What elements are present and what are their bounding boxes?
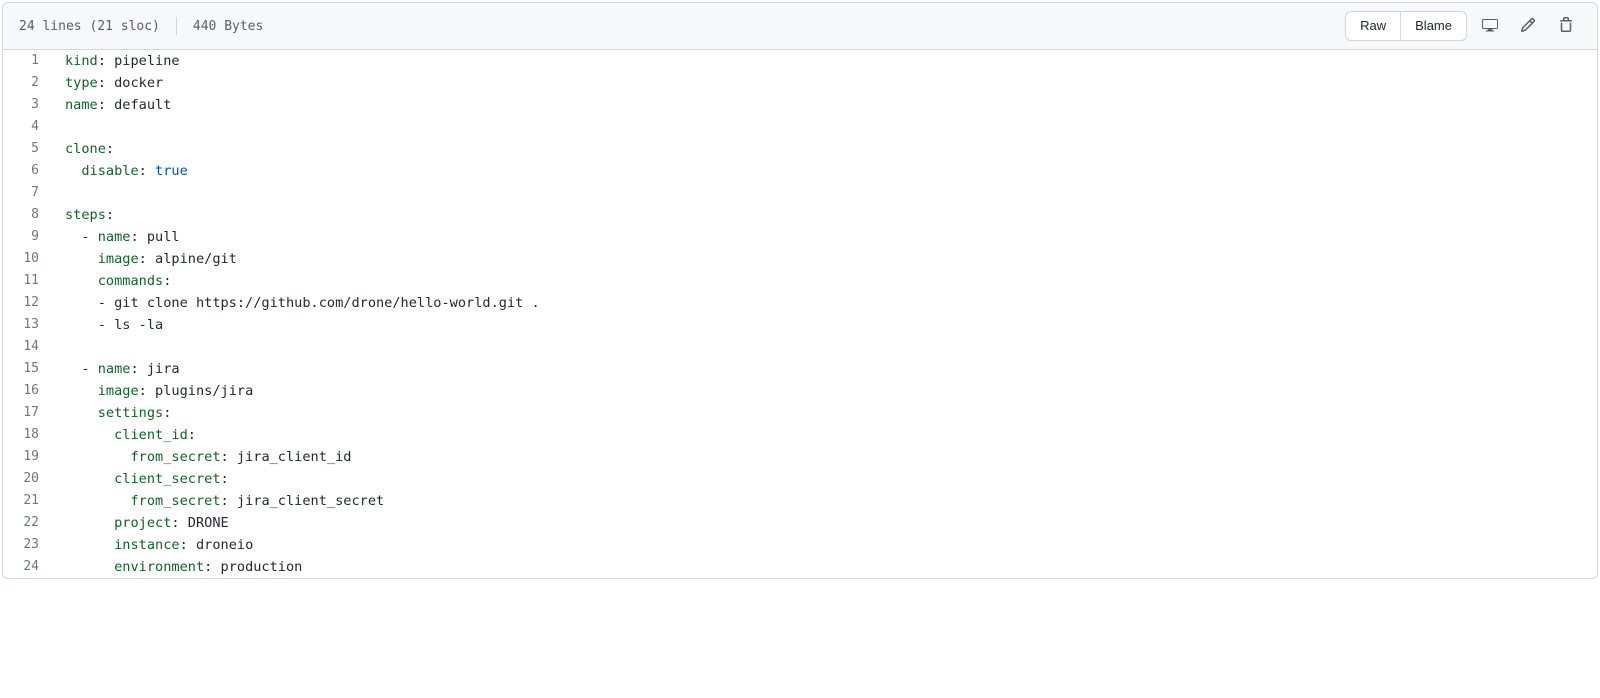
line-number[interactable]: 14 [3, 336, 53, 358]
code-line: 10 image: alpine/git [3, 248, 1597, 270]
code-line: 7 [3, 182, 1597, 204]
code-line: 15 - name: jira [3, 358, 1597, 380]
line-content[interactable]: disable: true [53, 160, 1597, 182]
line-number[interactable]: 10 [3, 248, 53, 270]
line-content[interactable]: from_secret: jira_client_secret [53, 490, 1597, 512]
line-number[interactable]: 9 [3, 226, 53, 248]
line-content[interactable]: instance: droneio [53, 534, 1597, 556]
code-line: 16 image: plugins/jira [3, 380, 1597, 402]
line-number[interactable]: 11 [3, 270, 53, 292]
line-content[interactable]: - name: jira [53, 358, 1597, 380]
line-number[interactable]: 6 [3, 160, 53, 182]
blame-button[interactable]: Blame [1401, 11, 1467, 41]
line-content[interactable]: image: alpine/git [53, 248, 1597, 270]
code-line: 9 - name: pull [3, 226, 1597, 248]
line-number[interactable]: 23 [3, 534, 53, 556]
line-content[interactable]: client_id: [53, 424, 1597, 446]
code-line: 24 environment: production [3, 556, 1597, 578]
line-number[interactable]: 4 [3, 116, 53, 138]
pencil-icon [1520, 17, 1536, 36]
line-content[interactable]: client_secret: [53, 468, 1597, 490]
line-content[interactable]: steps: [53, 204, 1597, 226]
file-lines-info: 24 lines (21 sloc) [19, 19, 160, 34]
code-line: 1kind: pipeline [3, 50, 1597, 72]
line-number[interactable]: 12 [3, 292, 53, 314]
code-line: 21 from_secret: jira_client_secret [3, 490, 1597, 512]
line-number[interactable]: 7 [3, 182, 53, 204]
code-line: 20 client_secret: [3, 468, 1597, 490]
device-desktop-icon [1482, 17, 1498, 36]
code-line: 17 settings: [3, 402, 1597, 424]
line-content[interactable]: - git clone https://github.com/drone/hel… [53, 292, 1597, 314]
file-box: 24 lines (21 sloc) 440 Bytes Raw Blame [2, 2, 1598, 579]
line-content[interactable] [53, 336, 1597, 358]
code-line: 8steps: [3, 204, 1597, 226]
code-line: 13 - ls -la [3, 314, 1597, 336]
line-content[interactable]: - ls -la [53, 314, 1597, 336]
code-line: 22 project: DRONE [3, 512, 1597, 534]
line-number[interactable]: 8 [3, 204, 53, 226]
line-content[interactable]: image: plugins/jira [53, 380, 1597, 402]
line-content[interactable]: - name: pull [53, 226, 1597, 248]
line-content[interactable]: commands: [53, 270, 1597, 292]
line-number[interactable]: 17 [3, 402, 53, 424]
code-line: 2type: docker [3, 72, 1597, 94]
line-content[interactable]: from_secret: jira_client_id [53, 446, 1597, 468]
code-area[interactable]: 1kind: pipeline2type: docker3name: defau… [3, 50, 1597, 578]
code-line: 18 client_id: [3, 424, 1597, 446]
code-line: 23 instance: droneio [3, 534, 1597, 556]
line-number[interactable]: 22 [3, 512, 53, 534]
code-line: 14 [3, 336, 1597, 358]
line-content[interactable] [53, 182, 1597, 204]
line-number[interactable]: 1 [3, 50, 53, 72]
file-info: 24 lines (21 sloc) 440 Bytes [19, 17, 263, 35]
code-line: 12 - git clone https://github.com/drone/… [3, 292, 1597, 314]
file-size-info: 440 Bytes [193, 19, 263, 34]
line-number[interactable]: 20 [3, 468, 53, 490]
code-line: 19 from_secret: jira_client_id [3, 446, 1597, 468]
raw-button[interactable]: Raw [1345, 11, 1401, 41]
info-divider [176, 17, 177, 35]
code-line: 11 commands: [3, 270, 1597, 292]
line-number[interactable]: 2 [3, 72, 53, 94]
line-number[interactable]: 24 [3, 556, 53, 578]
line-number[interactable]: 21 [3, 490, 53, 512]
line-content[interactable]: kind: pipeline [53, 50, 1597, 72]
delete-file-button[interactable] [1551, 11, 1581, 41]
line-number[interactable]: 3 [3, 94, 53, 116]
line-content[interactable]: project: DRONE [53, 512, 1597, 534]
raw-blame-group: Raw Blame [1345, 11, 1467, 41]
code-line: 6 disable: true [3, 160, 1597, 182]
line-number[interactable]: 13 [3, 314, 53, 336]
code-line: 4 [3, 116, 1597, 138]
line-content[interactable]: environment: production [53, 556, 1597, 578]
code-table: 1kind: pipeline2type: docker3name: defau… [3, 50, 1597, 578]
display-source-button[interactable] [1475, 11, 1505, 41]
line-content[interactable]: type: docker [53, 72, 1597, 94]
line-content[interactable]: name: default [53, 94, 1597, 116]
line-number[interactable]: 19 [3, 446, 53, 468]
line-number[interactable]: 5 [3, 138, 53, 160]
code-line: 5clone: [3, 138, 1597, 160]
code-line: 3name: default [3, 94, 1597, 116]
line-number[interactable]: 18 [3, 424, 53, 446]
line-number[interactable]: 15 [3, 358, 53, 380]
line-content[interactable]: clone: [53, 138, 1597, 160]
file-actions: Raw Blame [1345, 11, 1581, 41]
line-content[interactable]: settings: [53, 402, 1597, 424]
trash-icon [1558, 17, 1574, 36]
edit-file-button[interactable] [1513, 11, 1543, 41]
line-content[interactable] [53, 116, 1597, 138]
line-number[interactable]: 16 [3, 380, 53, 402]
file-header: 24 lines (21 sloc) 440 Bytes Raw Blame [3, 3, 1597, 50]
